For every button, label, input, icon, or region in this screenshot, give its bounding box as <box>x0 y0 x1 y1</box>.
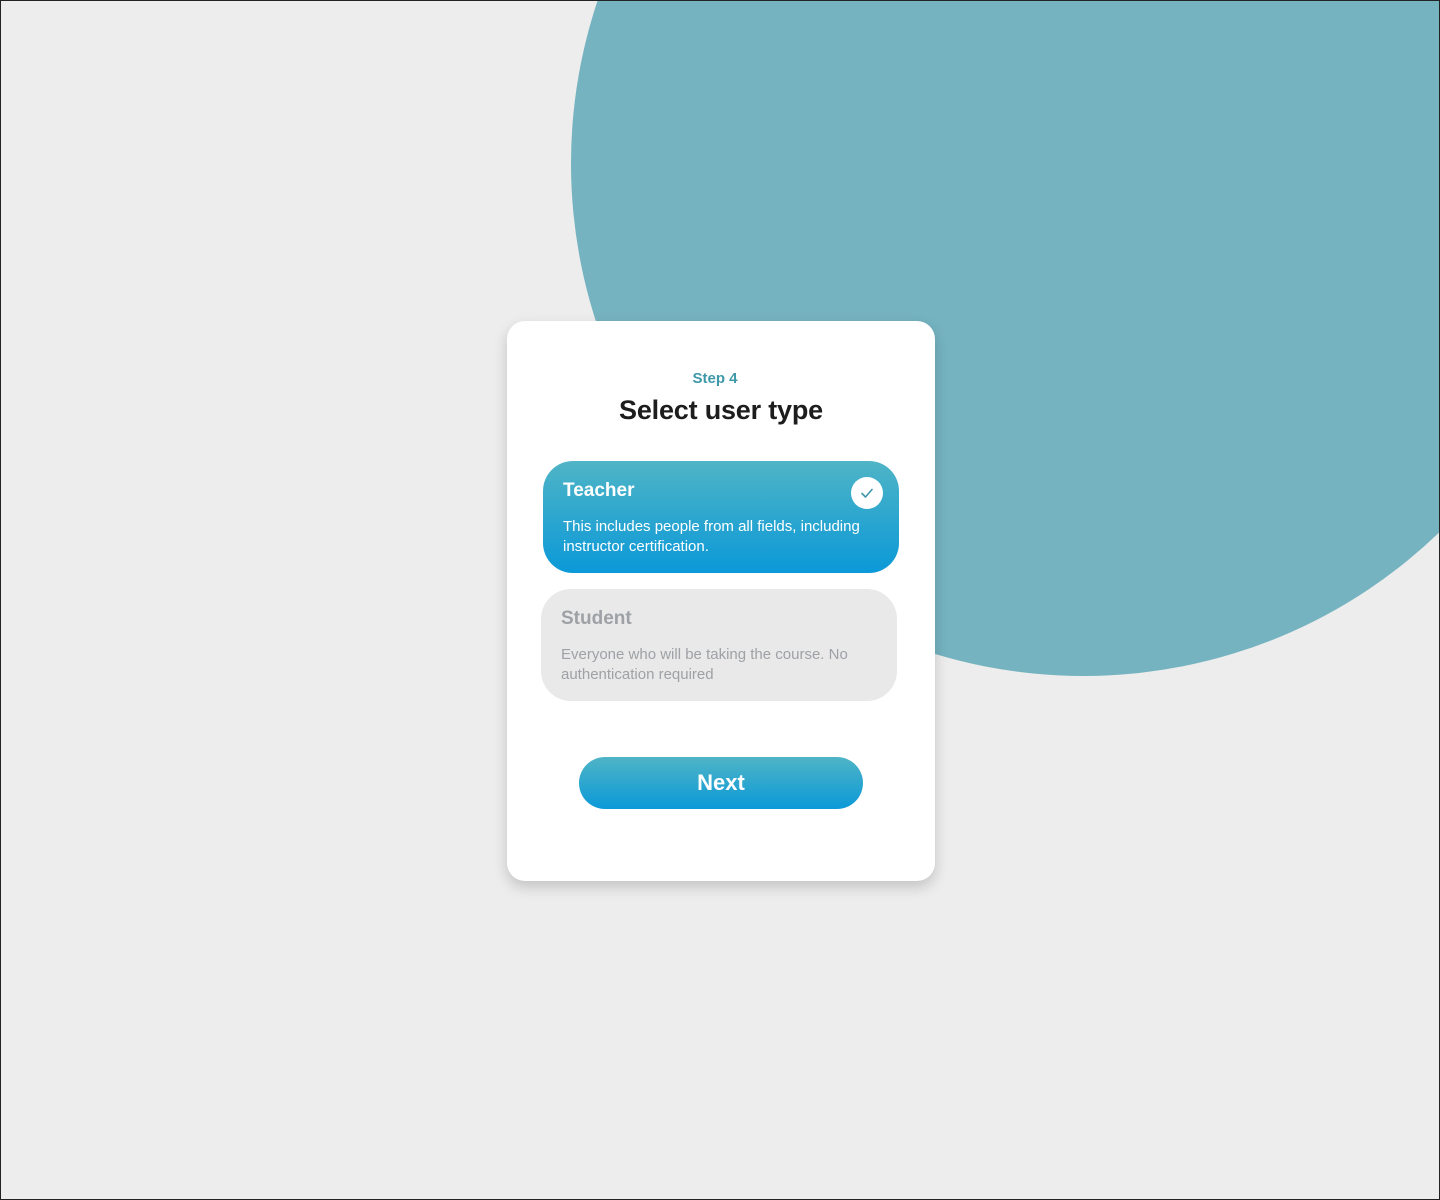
check-icon <box>851 477 883 509</box>
page-title: Select user type <box>619 395 823 425</box>
user-type-card: Step 4 Select user type Teacher This inc… <box>507 321 935 881</box>
option-title: Teacher <box>563 480 635 501</box>
step-indicator: Step 4 <box>692 370 738 387</box>
next-button[interactable]: Next <box>579 757 863 809</box>
option-student[interactable]: Student Everyone who will be taking the … <box>541 589 897 701</box>
option-title: Student <box>561 608 632 629</box>
option-teacher[interactable]: Teacher This includes people from all fi… <box>543 461 899 573</box>
option-description: This includes people from all fields, in… <box>563 518 860 555</box>
option-description: Everyone who will be taking the course. … <box>561 646 848 683</box>
page-background: Step 4 Select user type Teacher This inc… <box>0 0 1440 1200</box>
